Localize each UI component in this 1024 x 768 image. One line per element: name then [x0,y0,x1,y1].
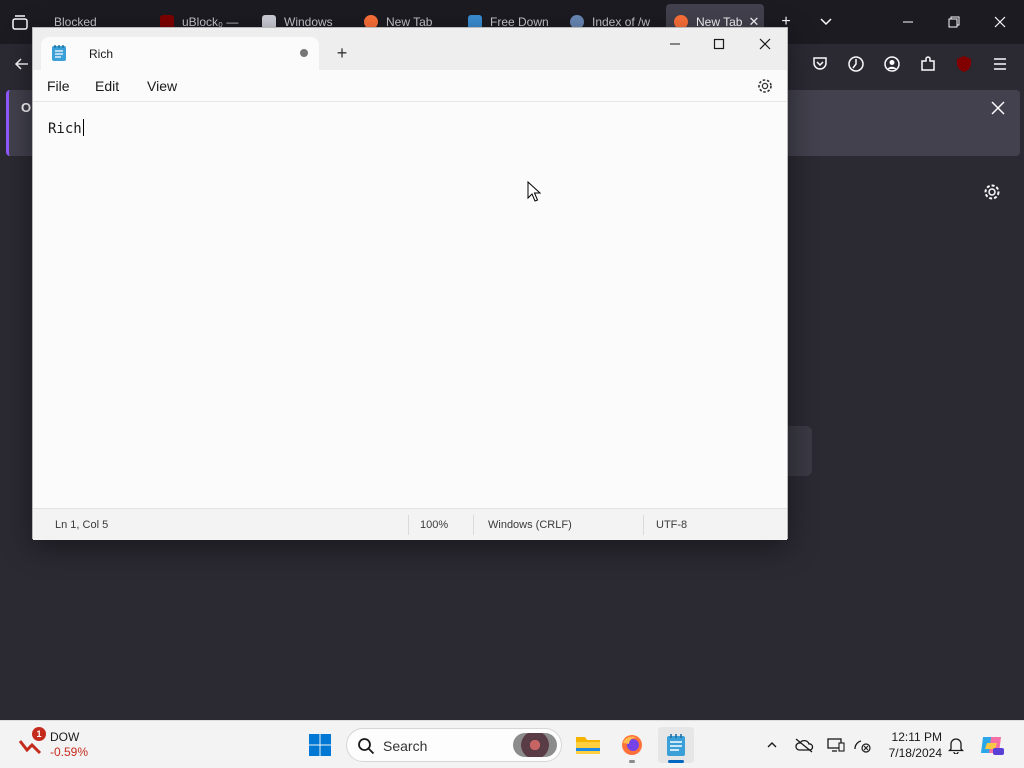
status-divider [643,515,644,535]
account-button[interactable] [880,52,904,76]
cloud-offline-icon [795,738,814,753]
show-hidden-icons-button[interactable] [760,733,784,757]
taskbar-notepad[interactable] [658,727,694,763]
taskbar-clock[interactable]: 12:11 PM 7/18/2024 [878,729,942,761]
network-tray[interactable] [850,733,874,757]
notepad-tab-title: Rich [89,47,114,61]
notepad-text-area[interactable]: Rich [33,102,787,508]
search-placeholder: Search [383,738,428,754]
notepad-window: Rich + File Edit View Rich Ln 1, Col 5 1… [32,27,788,540]
display-tray[interactable] [824,733,848,757]
notepad-close-button[interactable] [743,30,787,58]
maximize-icon [713,38,725,50]
browser-close-button[interactable] [986,8,1014,36]
close-icon [759,38,771,50]
status-divider [408,515,409,535]
status-zoom: 100% [420,519,449,531]
minimize-icon [903,21,913,23]
notepad-new-tab-button[interactable]: + [331,42,353,64]
app-menu-button[interactable] [988,52,1012,76]
stock-widget[interactable]: 1 DOW -0.59% [16,727,106,763]
chevron-up-icon [767,742,777,748]
minimize-icon [670,43,680,45]
ublock-icon [957,56,971,72]
firefox-view-button[interactable] [844,52,868,76]
notepad-minimize-button[interactable] [653,30,697,58]
notepad-status-bar: Ln 1, Col 5 100% Windows (CRLF) UTF-8 [33,508,787,540]
hamburger-menu-icon [994,58,1006,70]
status-encoding: UTF-8 [656,519,688,531]
folder-icon [576,737,600,754]
unsaved-indicator[interactable] [300,49,308,57]
firefox-icon [622,735,642,755]
notepad-icon [52,45,66,61]
status-line-ending: Windows (CRLF) [488,519,572,531]
notification-badge: 1 [32,727,46,741]
status-divider [473,515,474,535]
onedrive-tray[interactable] [792,733,816,757]
notepad-icon [667,734,685,756]
pocket-button[interactable] [808,52,832,76]
ublock-button[interactable] [952,52,976,76]
taskbar-file-explorer[interactable] [570,727,606,763]
restore-icon [948,16,960,28]
search-icon [358,738,375,755]
notepad-maximize-button[interactable] [697,30,741,58]
chevron-down-icon [820,18,832,26]
list-all-tabs-button[interactable] [812,8,840,36]
mouse-pointer-icon [527,181,541,202]
notepad-menu-bar: File Edit View [33,70,787,102]
plus-icon: + [336,43,348,63]
network-disconnected-icon [854,740,871,753]
browser-minimize-button[interactable] [894,8,922,36]
windows-logo-icon [309,734,331,756]
menu-file[interactable]: File [47,78,70,94]
notepad-tab[interactable]: Rich [41,37,319,70]
editor-content: Rich [48,119,84,137]
taskbar: 1 DOW -0.59% Search 12:11 PM 7/18/2024 [0,720,1024,768]
puzzle-icon [921,56,935,71]
notepad-title-bar: Rich + [33,28,787,70]
notifications-button[interactable] [944,733,968,757]
running-indicator [668,760,684,763]
taskbar-firefox[interactable] [614,727,650,763]
notepad-settings-button[interactable] [755,76,775,96]
gear-icon [758,79,772,93]
newtab-settings-button[interactable] [980,180,1004,204]
bell-icon [948,738,964,754]
start-button[interactable] [302,727,338,763]
close-icon [994,16,1006,28]
copilot-button[interactable] [978,733,1006,757]
gear-icon [984,184,1000,200]
arrow-left-icon [14,58,28,70]
pocket-icon [813,57,827,70]
menu-view[interactable]: View [147,78,177,94]
back-button[interactable] [10,52,34,76]
notification-close-button[interactable] [986,96,1010,120]
notification-text: O [21,100,32,115]
text-caret [82,119,84,136]
search-highlight-image [513,733,557,757]
close-icon [991,101,1005,115]
monitor-icon [827,738,845,752]
taskbar-search-box[interactable]: Search [346,728,562,762]
tab-list-button[interactable] [8,10,32,34]
clock-time: 12:11 PM [891,730,942,744]
stock-change: -0.59% [50,745,89,759]
tab-list-icon [12,15,28,30]
stock-name: DOW [50,730,80,744]
running-indicator [629,760,635,763]
account-icon [884,56,900,72]
editor-text: Rich [48,121,82,137]
copilot-icon [981,737,1004,755]
clock-date: 7/18/2024 [888,746,942,760]
extensions-button[interactable] [916,52,940,76]
status-cursor-position: Ln 1, Col 5 [55,519,109,531]
browser-restore-button[interactable] [940,8,968,36]
dial-icon [848,56,864,72]
menu-edit[interactable]: Edit [95,78,119,94]
